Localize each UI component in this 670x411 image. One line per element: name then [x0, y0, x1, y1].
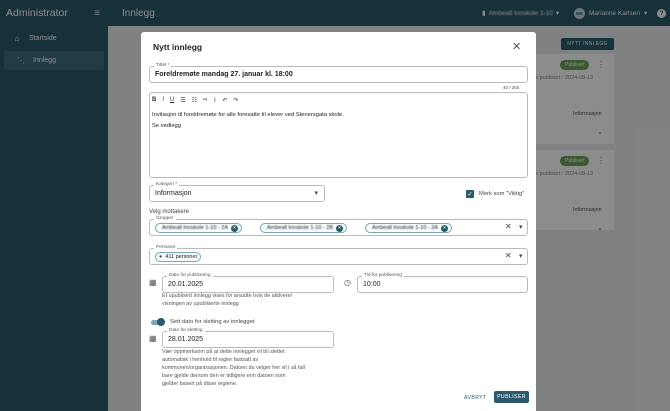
new-post-dialog: Nytt innlegg ✕ Tittel * Foreldremøte man…: [141, 32, 536, 411]
persons-select[interactable]: Personer ● 411 personer ✕ ▾: [149, 245, 528, 265]
delete-help-line: Vær oppmerksom på at dette innlegget vil…: [162, 349, 285, 355]
groups-label: Grupper: [154, 216, 176, 221]
calendar-icon[interactable]: ▦: [149, 278, 157, 287]
important-checkbox[interactable]: ✓: [466, 190, 474, 198]
chip-remove-icon[interactable]: ✕: [231, 224, 239, 232]
title-char-counter: 40 / 255: [503, 85, 520, 90]
delete-help-line: automatisk i henhold til regler fastsatt…: [162, 357, 259, 363]
person-icon: ●: [159, 254, 163, 260]
group-chip[interactable]: Ambeall Innskole 1-10 - 2B ✕: [260, 223, 348, 233]
persons-chip-label: 411 personer: [165, 254, 198, 260]
publish-date-value: 20.01.2025: [168, 281, 204, 288]
delete-date-label: Dato for sletting: [167, 328, 205, 333]
recipients-heading: Velg mottakere: [149, 209, 190, 215]
redo-icon[interactable]: ↷: [233, 97, 238, 104]
publish-help-line: visningen av upubliserte innlegg: [162, 301, 239, 307]
clear-icon[interactable]: ✕: [505, 251, 512, 260]
publish-time-value: 10:00: [363, 281, 381, 288]
publish-date-label: Dato for publisering: [167, 273, 213, 278]
bullet-list-icon[interactable]: ☰: [180, 97, 185, 104]
group-chip-label: Ambeall Innskole 1-10 - 2B: [267, 225, 334, 231]
category-select[interactable]: Kategori * Informasjon ▾: [149, 182, 325, 202]
persons-chip[interactable]: ● 411 personer: [155, 252, 202, 262]
delete-toggle-knob[interactable]: [157, 318, 165, 326]
group-chip[interactable]: Ambeall Innskole 1-10 - 2A ✕: [155, 223, 243, 233]
chevron-down-icon[interactable]: ▾: [519, 252, 523, 260]
title-field[interactable]: Tittel * Foreldremøte mandag 27. januar …: [149, 63, 528, 83]
category-label: Kategori *: [154, 182, 180, 187]
group-chip-label: Ambeall Innskole 1-10 - 3A: [372, 225, 439, 231]
numbered-list-icon[interactable]: ☷: [192, 97, 197, 104]
editor-text-line: Se vedlegg: [152, 123, 182, 129]
link-icon[interactable]: ∞: [203, 97, 207, 104]
delete-help-line: gjelder basert på disse reglene.: [162, 381, 238, 387]
publish-date-field[interactable]: Dato for publisering 20.01.2025: [162, 273, 334, 293]
close-icon[interactable]: ✕: [512, 40, 521, 53]
editor-text-line: Invitasjon til foreldremøte for alle for…: [152, 112, 344, 118]
undo-icon[interactable]: ↶: [222, 97, 227, 104]
clear-icon[interactable]: ✕: [505, 222, 512, 231]
editor-toolbar: B I U ☰ ☷ ∞ ⌇ ↶ ↷: [152, 97, 238, 104]
groups-select[interactable]: Grupper Ambeall Innskole 1-10 - 2A ✕ Amb…: [149, 216, 528, 236]
attachment-icon[interactable]: ⌇: [213, 97, 216, 104]
bold-icon[interactable]: B: [152, 97, 156, 104]
calendar-icon[interactable]: ▦: [149, 334, 157, 343]
delete-toggle-label: Sett dato for sletting av innlegget: [170, 319, 255, 325]
dialog-title: Nytt innlegg: [153, 42, 203, 52]
publish-time-label: Tid for publisering: [362, 273, 404, 278]
cancel-button[interactable]: AVBRYT: [464, 395, 487, 401]
rich-text-editor[interactable]: [149, 92, 528, 178]
delete-help-line: bare gjelde dersom den er tidligere enn …: [162, 373, 286, 379]
italic-icon[interactable]: I: [162, 97, 164, 104]
title-field-value: Foreldremøte mandag 27. januar kl. 18:00: [155, 71, 293, 78]
delete-help-line: kommunen/organisasjonen. Datoen du velge…: [162, 365, 305, 371]
chevron-down-icon[interactable]: ▾: [519, 223, 523, 231]
title-field-label: Tittel *: [154, 63, 172, 68]
important-checkbox-label: Merk som "Viktig": [479, 191, 525, 197]
publish-button[interactable]: PUBLISER: [494, 391, 529, 403]
chip-remove-icon[interactable]: ✕: [441, 224, 449, 232]
delete-date-value: 28.01.2025: [168, 336, 204, 343]
clock-icon[interactable]: ◷: [344, 278, 351, 287]
delete-date-field[interactable]: Dato for sletting 28.01.2025: [162, 328, 334, 348]
chip-remove-icon[interactable]: ✕: [336, 224, 344, 232]
publish-time-field[interactable]: Tid for publisering 10:00: [357, 273, 528, 293]
category-value: Informasjon: [155, 190, 192, 197]
group-chip-label: Ambeall Innskole 1-10 - 2A: [162, 225, 229, 231]
underline-icon[interactable]: U: [170, 97, 174, 104]
publish-help-line: Et upublisert innlegg vises for ansatte …: [162, 293, 293, 299]
persons-label: Personer: [154, 245, 178, 250]
group-chip[interactable]: Ambeall Innskole 1-10 - 3A ✕: [365, 223, 453, 233]
chevron-down-icon: ▾: [314, 190, 318, 197]
